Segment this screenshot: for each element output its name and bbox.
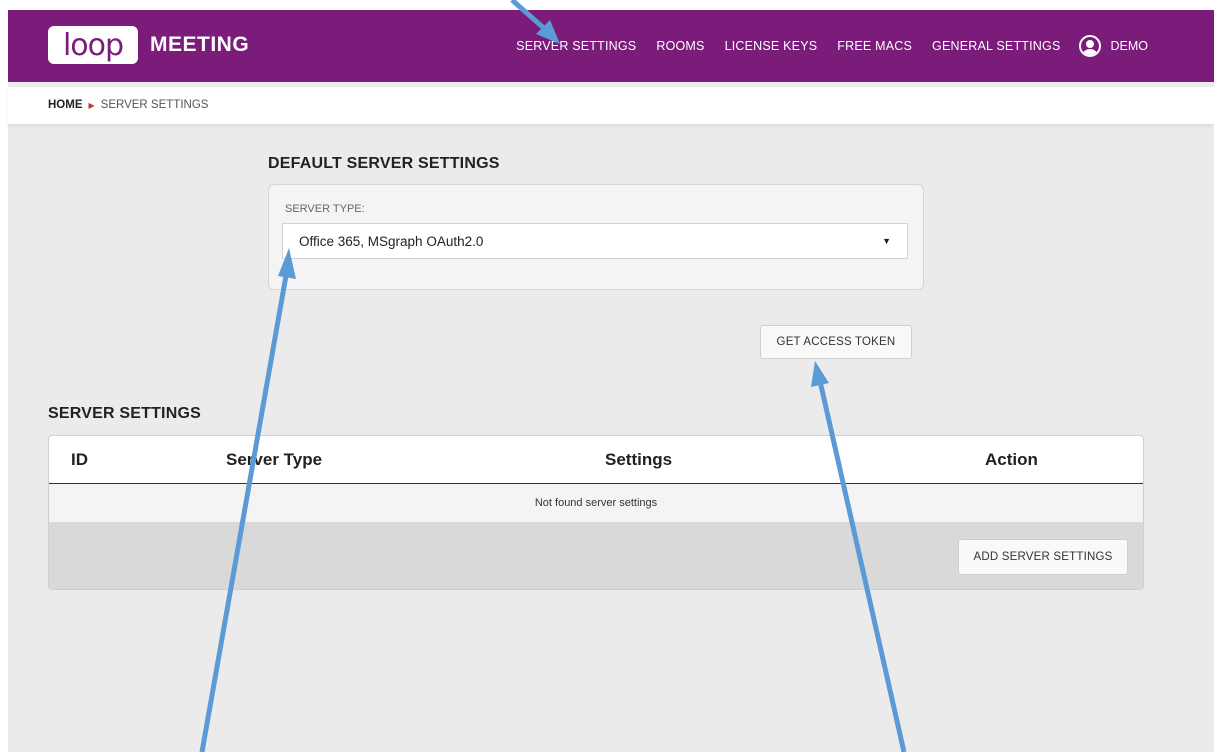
user-avatar-icon <box>1078 35 1101 57</box>
top-navigation-bar: loop MEETING SERVER SETTINGS ROOMS LICEN… <box>8 10 1214 82</box>
default-settings-title: DEFAULT SERVER SETTINGS <box>268 155 500 172</box>
server-type-select[interactable]: Office 365, MSgraph OAuth2.0 ▼ <box>282 223 908 259</box>
default-settings-card: SERVER TYPE: Office 365, MSgraph OAuth2.… <box>268 184 924 290</box>
get-access-token-button[interactable]: GET ACCESS TOKEN <box>760 325 912 359</box>
page-frame: loop MEETING SERVER SETTINGS ROOMS LICEN… <box>8 10 1214 752</box>
nav-general-settings[interactable]: GENERAL SETTINGS <box>932 39 1060 53</box>
server-settings-table: ID Server Type Settings Action Not found… <box>48 435 1144 590</box>
table-header: ID Server Type Settings Action <box>49 436 1143 484</box>
column-header-action: Action <box>985 450 1038 469</box>
main-nav: SERVER SETTINGS ROOMS LICENSE KEYS FREE … <box>496 10 1148 82</box>
column-header-server-type: Server Type <box>226 450 323 469</box>
server-type-label: SERVER TYPE: <box>285 203 365 215</box>
server-type-value: Office 365, MSgraph OAuth2.0 <box>299 233 484 249</box>
add-server-settings-button[interactable]: ADD SERVER SETTINGS <box>958 539 1128 575</box>
breadcrumb: HOME ▶ SERVER SETTINGS <box>48 99 208 111</box>
product-name: MEETING <box>150 33 250 56</box>
nav-rooms[interactable]: ROOMS <box>656 39 704 53</box>
breadcrumb-bar: HOME ▶ SERVER SETTINGS <box>8 87 1214 124</box>
user-name: DEMO <box>1110 39 1149 53</box>
table-empty-row: Not found server settings <box>49 484 1143 522</box>
dropdown-caret-icon: ▼ <box>882 236 891 246</box>
breadcrumb-separator-icon: ▶ <box>88 100 95 110</box>
user-menu[interactable]: DEMO <box>1078 35 1149 57</box>
column-header-settings: Settings <box>605 450 673 469</box>
nav-license-keys[interactable]: LICENSE KEYS <box>725 39 818 53</box>
nav-server-settings[interactable]: SERVER SETTINGS <box>516 39 636 53</box>
logo-mark: loop <box>48 26 138 64</box>
server-settings-title: SERVER SETTINGS <box>48 405 201 422</box>
nav-free-macs[interactable]: FREE MACS <box>837 39 912 53</box>
column-header-id: ID <box>71 450 88 469</box>
app-logo[interactable]: loop MEETING <box>48 26 249 64</box>
breadcrumb-home[interactable]: HOME <box>48 99 83 111</box>
breadcrumb-current: SERVER SETTINGS <box>100 99 209 111</box>
